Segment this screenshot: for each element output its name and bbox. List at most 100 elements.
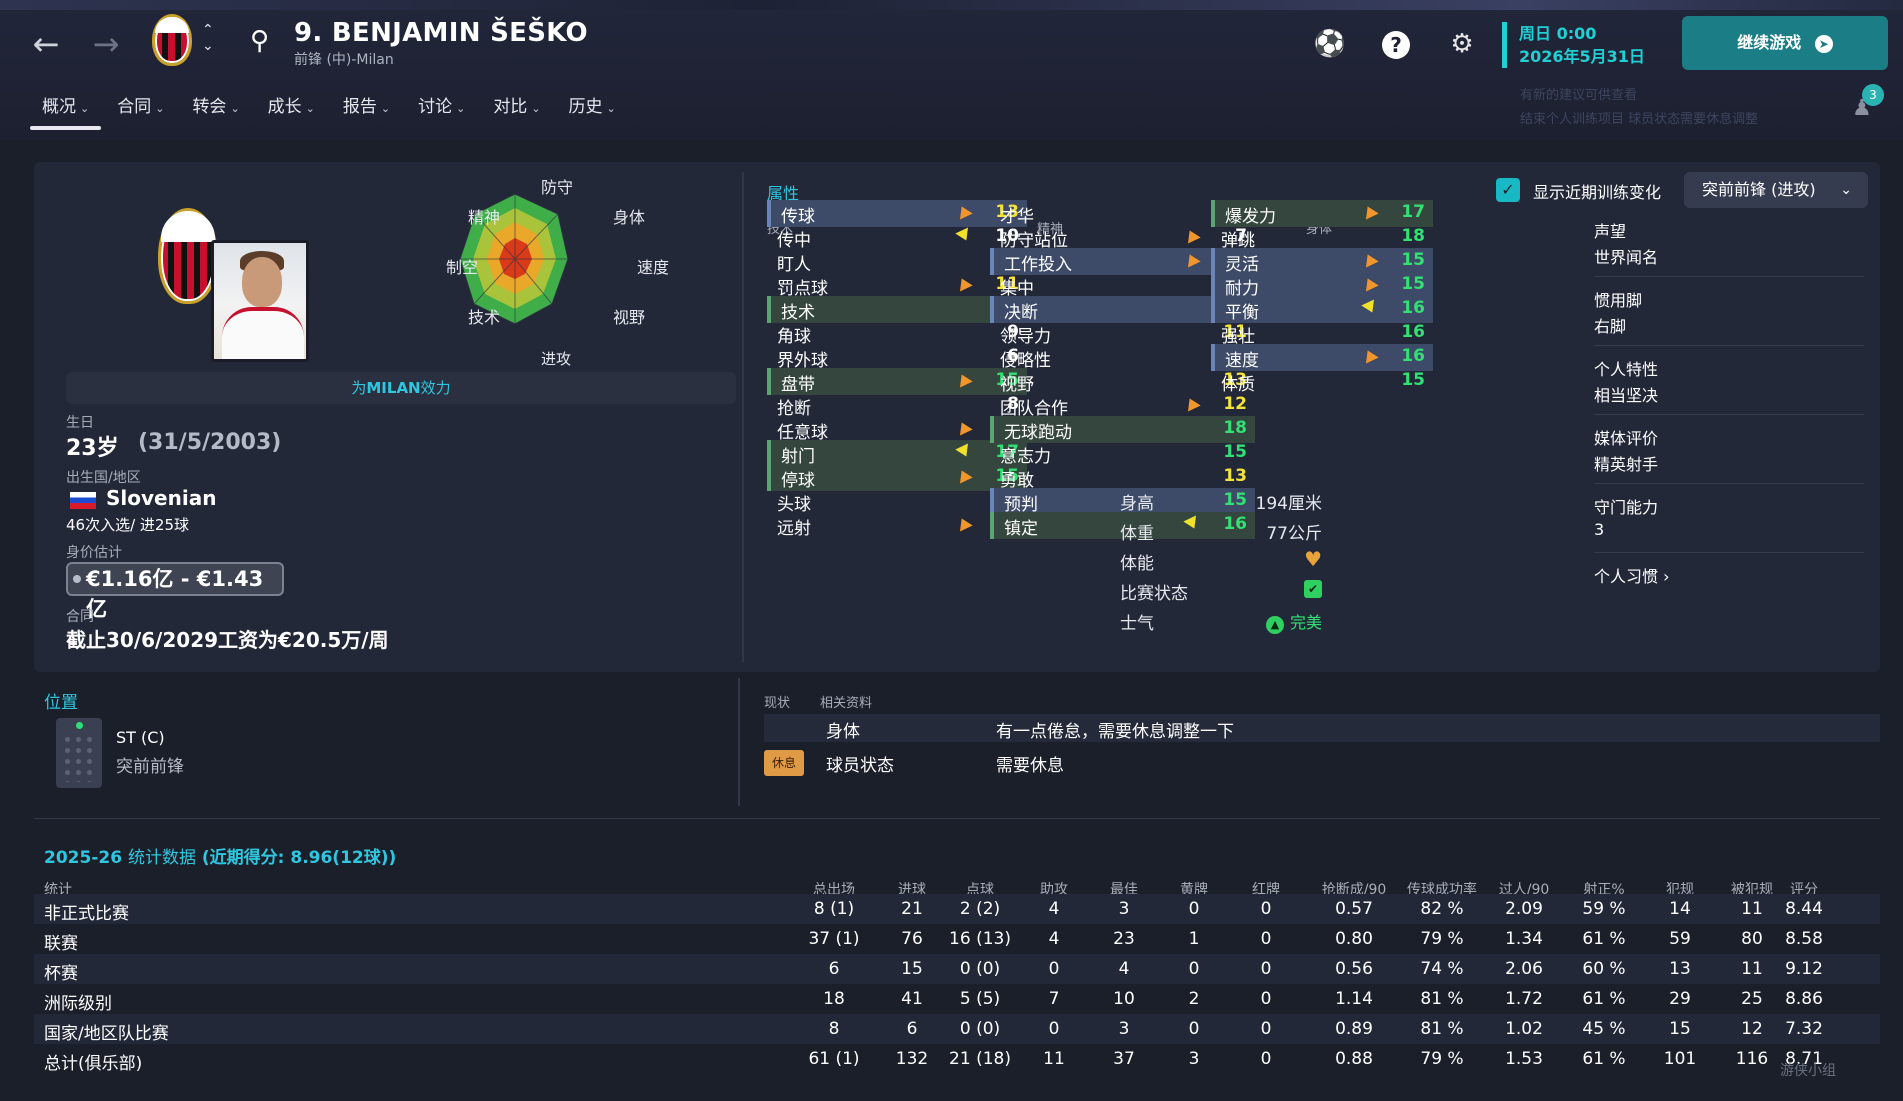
stats-row[interactable]: 非正式比赛 8 (1) 21 2 (2) 4 3 0 0 0.57 82 % 2.09 59 % 14 1… bbox=[34, 894, 1880, 924]
settings-gear-icon[interactable]: ⚙ bbox=[1442, 24, 1482, 64]
attribute-row[interactable]: 盯人7 bbox=[767, 248, 1027, 275]
stats-row[interactable]: 杯赛 6 15 0 (0) 0 4 0 0 0.56 74 % 2.06 60 % 13 11 9.12 bbox=[34, 954, 1880, 984]
attribute-row[interactable]: 传中 10 bbox=[767, 224, 1027, 251]
attribute-value: 13 bbox=[1223, 466, 1247, 486]
stats-cell: 37 bbox=[1113, 1049, 1135, 1069]
notification-preview[interactable]: 有新的建议可供查看 结束个人训练项目 球员状态需要休息调整 bbox=[1520, 84, 1758, 132]
attribute-row[interactable]: 速度 16 bbox=[1211, 344, 1433, 371]
attribute-row[interactable]: 传球 13 bbox=[767, 200, 1027, 227]
stats-cell: 0 bbox=[1260, 1049, 1272, 1069]
stats-row[interactable]: 联赛 37 (1) 76 16 (13) 4 23 1 0 0.80 79 % 1.34 61 % 59… bbox=[34, 924, 1880, 954]
attribute-row[interactable]: 平衡 16 bbox=[1211, 296, 1433, 323]
tab-contract[interactable]: 合同 ⌄ bbox=[105, 92, 176, 132]
morale-row: 士气 ▲ 完美 bbox=[1110, 607, 1332, 634]
attribute-row[interactable]: 爆发力 17 bbox=[1211, 200, 1433, 227]
stats-row[interactable]: 总计(俱乐部) 61 (1) 132 21 (18) 11 37 3 0 0.88 79 % 1.5… bbox=[34, 1044, 1880, 1074]
attribute-row[interactable]: 罚点球 11 bbox=[767, 272, 1027, 299]
attribute-row[interactable]: 抢断 8 bbox=[767, 392, 1027, 419]
stats-cell: 59 % bbox=[1582, 899, 1626, 919]
market-value[interactable]: €1.16亿 - €1.43亿 bbox=[66, 562, 284, 621]
tab-history[interactable]: 历史 ⌄ bbox=[557, 92, 628, 132]
tab-discuss[interactable]: 讨论 ⌄ bbox=[406, 92, 477, 132]
attribute-row[interactable]: 耐力 15 bbox=[1211, 272, 1433, 299]
stats-cell: 13 bbox=[1669, 959, 1691, 979]
stats-row[interactable]: 国家/地区队比赛 8 6 0 (0) 0 3 0 0 0.89 81 % 1.02 45 % 15 12 7… bbox=[34, 1014, 1880, 1044]
stats-cell: 杯赛 bbox=[44, 964, 78, 984]
continue-game-button[interactable]: 继续游戏 ➤ bbox=[1682, 16, 1888, 70]
status-row-label: 球员状态 bbox=[826, 756, 894, 776]
attribute-row[interactable]: 意志力 15 bbox=[990, 440, 1255, 467]
stats-cell: 45 % bbox=[1582, 1019, 1626, 1039]
help-icon[interactable]: ? bbox=[1376, 24, 1416, 64]
show-changes-checkbox[interactable]: ✓ bbox=[1496, 178, 1520, 202]
attribute-row[interactable]: 射门 17 bbox=[767, 440, 1027, 467]
tab-bar: 概况 ⌄ 合同 ⌄ 转会 ⌄ 成长 ⌄ 报告 ⌄ 讨论 ⌄ 对比 ⌄ 历史 ⌄ bbox=[30, 92, 632, 132]
attribute-row[interactable]: 体质 15 bbox=[1211, 368, 1433, 395]
stats-cell: 25 bbox=[1741, 989, 1763, 1009]
attribute-row[interactable]: 头球16 bbox=[767, 488, 1027, 515]
pitch-position-icon[interactable] bbox=[56, 718, 102, 788]
tab-label: 概况 bbox=[42, 97, 76, 117]
attribute-row[interactable]: 无球跑动 18 bbox=[990, 416, 1255, 443]
tab-compare[interactable]: 对比 ⌄ bbox=[481, 92, 552, 132]
attribute-value: 15 bbox=[1223, 442, 1247, 462]
stats-cell: 2 bbox=[1188, 989, 1200, 1009]
stats-row[interactable]: 洲际级别 18 41 5 (5) 7 10 2 0 1.14 81 % 1.72 61 % 29 25 8.… bbox=[34, 984, 1880, 1014]
attribute-value: 16 bbox=[1401, 298, 1425, 318]
nationality[interactable]: Slovenian bbox=[106, 486, 216, 510]
stats-cell: 18 bbox=[823, 989, 845, 1009]
tab-label: 对比 bbox=[493, 97, 528, 117]
attribute-row[interactable]: 角球 9 bbox=[767, 320, 1027, 347]
attribute-row[interactable]: 远射13 bbox=[767, 512, 1027, 539]
stats-cell: 0 (0) bbox=[959, 1019, 1001, 1039]
tab-transfer[interactable]: 转会 ⌄ bbox=[180, 92, 251, 132]
player-switch-icon[interactable]: ⌃ ⌄ bbox=[202, 22, 214, 54]
trend-up-arrow-icon bbox=[1183, 227, 1201, 244]
stats-cell: 1 bbox=[1188, 929, 1200, 949]
attribute-value: 15 bbox=[1401, 370, 1425, 390]
attribute-row[interactable]: 停球 15 bbox=[767, 464, 1027, 491]
continue-label: 继续游戏 bbox=[1737, 33, 1802, 52]
chevron-down-icon: ⌄ bbox=[155, 102, 165, 115]
forward-arrow-icon[interactable]: → bbox=[86, 24, 126, 64]
fitness-heart-icon[interactable]: ♥ bbox=[1304, 547, 1322, 571]
stats-cell: 74 % bbox=[1420, 959, 1464, 979]
tab-development[interactable]: 成长 ⌄ bbox=[256, 92, 327, 132]
birth-label: 生日 bbox=[66, 415, 94, 431]
tab-overview[interactable]: 概况 ⌄ bbox=[30, 92, 102, 132]
stats-cell: 洲际级别 bbox=[44, 994, 112, 1014]
club-crest-icon[interactable] bbox=[152, 14, 192, 66]
watermark: 游侠小组 bbox=[1780, 1063, 1836, 1079]
stats-cell: 0 bbox=[1260, 959, 1272, 979]
player-profile: 防守 身体 速度 视野 进攻 技术 制空 精神 为MILAN效力 生日 23岁 … bbox=[50, 162, 758, 672]
divider bbox=[1594, 483, 1864, 484]
attribute-row[interactable]: 强壮 16 bbox=[1211, 320, 1433, 347]
status-row-player: 休息 球员状态 需要休息 bbox=[764, 748, 1880, 776]
morale-value[interactable]: ▲ 完美 bbox=[1265, 609, 1322, 634]
trend-up-arrow-icon bbox=[1183, 395, 1201, 412]
attribute-row[interactable]: 任意球9 bbox=[767, 416, 1027, 443]
football-icon[interactable]: ⚽ bbox=[1310, 24, 1350, 64]
habits-link[interactable]: 个人习惯 › bbox=[1594, 563, 1670, 587]
plays-for-club[interactable]: 为MILAN效力 bbox=[66, 372, 736, 404]
attribute-row[interactable]: 灵活 15 bbox=[1211, 248, 1433, 275]
search-icon[interactable]: ⚲ bbox=[250, 26, 269, 56]
status-tab-current[interactable]: 现状 bbox=[764, 692, 790, 711]
stats-cell: 21 bbox=[901, 899, 923, 919]
back-arrow-icon[interactable]: ← bbox=[26, 24, 66, 64]
attribute-row[interactable]: 界外球 6 bbox=[767, 344, 1027, 371]
role-select-dropdown[interactable]: 突前前锋 (进攻) ⌄ bbox=[1684, 172, 1868, 208]
stats-cell: 15 bbox=[901, 959, 923, 979]
tab-label: 成长 bbox=[267, 97, 302, 117]
tab-reports[interactable]: 报告 ⌄ bbox=[331, 92, 402, 132]
status-tab-info[interactable]: 相关资料 bbox=[820, 692, 872, 711]
attribute-row[interactable]: 盘带 15 bbox=[767, 368, 1027, 395]
attribute-row[interactable]: 技术16 bbox=[767, 296, 1027, 323]
attribute-row[interactable]: 弹跳 18 bbox=[1211, 224, 1433, 251]
chevron-down-icon: ⌄ bbox=[606, 102, 616, 115]
stats-cell: 81 % bbox=[1420, 1019, 1464, 1039]
attribute-row[interactable]: 团队合作 12 bbox=[990, 392, 1255, 419]
attribute-value: 18 bbox=[1223, 418, 1247, 438]
game-date-text: 2026年5月31日 bbox=[1519, 47, 1645, 66]
form-thumbs-up-icon[interactable]: ✔ bbox=[1304, 580, 1322, 598]
